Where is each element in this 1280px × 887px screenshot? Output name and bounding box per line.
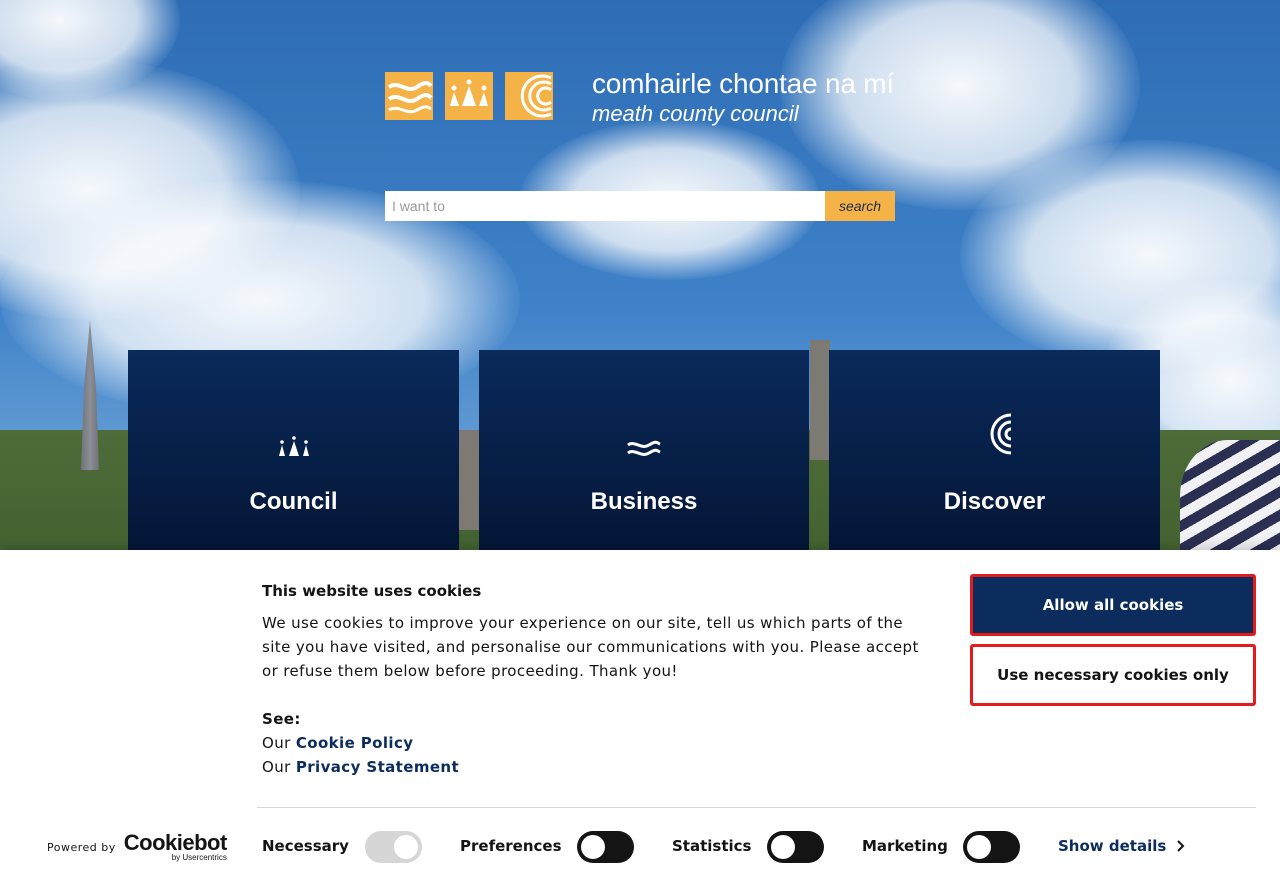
divider	[257, 807, 1256, 808]
toggle-label-statistics: Statistics	[672, 837, 752, 855]
cookiebot-branding[interactable]: Powered by Cookiebot by Usercentrics	[47, 830, 228, 863]
necessary-cookies-only-button[interactable]: Use necessary cookies only	[970, 644, 1256, 706]
tile-council[interactable]: Council	[128, 350, 459, 550]
toggle-necessary[interactable]	[365, 831, 422, 863]
our-prefix: Our	[262, 734, 291, 752]
toggle-label-marketing: Marketing	[862, 837, 948, 855]
crown-logo-tile	[445, 72, 493, 120]
tile-business[interactable]: Business	[479, 350, 809, 550]
cookie-description: We use cookies to improve your experienc…	[262, 614, 919, 680]
chevron-right-icon	[1177, 840, 1185, 852]
tile-label: Council	[249, 488, 338, 515]
our-prefix: Our	[262, 758, 291, 776]
cookie-banner: This website uses cookies We use cookies…	[0, 550, 1280, 887]
toggle-knob	[581, 835, 605, 859]
waves-icon	[387, 81, 433, 114]
tile-label: Discover	[943, 488, 1046, 515]
search-bar: search	[385, 191, 895, 221]
toggle-marketing[interactable]	[963, 831, 1020, 863]
cookiebot-logo: Cookiebot by Usercentrics	[123, 830, 228, 863]
tile-label: Business	[590, 488, 698, 515]
show-details-link[interactable]: Show details	[1058, 837, 1186, 855]
council-name-irish: comhairle chontae na mí	[592, 68, 895, 99]
toggle-knob	[394, 835, 418, 859]
castle-tower	[810, 340, 830, 460]
council-name[interactable]: comhairle chontae na mí meath county cou…	[592, 67, 894, 127]
cookie-policy-link[interactable]: Cookie Policy	[296, 734, 414, 752]
see-label: See:	[262, 710, 301, 728]
tile-discover[interactable]: Discover	[829, 350, 1160, 550]
search-button[interactable]: search	[825, 191, 895, 221]
toggle-label-necessary: Necessary	[262, 837, 349, 855]
spiral-icon	[520, 74, 552, 118]
council-logo[interactable]	[385, 72, 553, 120]
council-name-english: meath county council	[592, 101, 799, 126]
allow-all-cookies-button[interactable]: Allow all cookies	[970, 574, 1256, 636]
crown-icon	[450, 79, 488, 106]
crown-icon	[128, 436, 459, 458]
cookie-title: This website uses cookies	[262, 582, 482, 600]
cookie-see-links: See: Our Cookie Policy Our Privacy State…	[262, 707, 459, 779]
waves-icon	[479, 440, 809, 458]
privacy-statement-link[interactable]: Privacy Statement	[296, 758, 459, 776]
toggle-knob	[967, 835, 991, 859]
toggle-label-preferences: Preferences	[460, 837, 562, 855]
search-input[interactable]	[385, 191, 825, 221]
powered-by-label: Powered by	[47, 841, 116, 854]
waves-logo-tile	[385, 72, 433, 120]
spiral-logo-tile	[505, 72, 553, 120]
toggle-statistics[interactable]	[767, 831, 824, 863]
spiral-icon	[829, 412, 1160, 456]
cookiebot-name: Cookiebot	[123, 830, 228, 855]
show-details-label: Show details	[1058, 837, 1167, 855]
toggle-knob	[771, 835, 795, 859]
toggle-preferences[interactable]	[577, 831, 634, 863]
